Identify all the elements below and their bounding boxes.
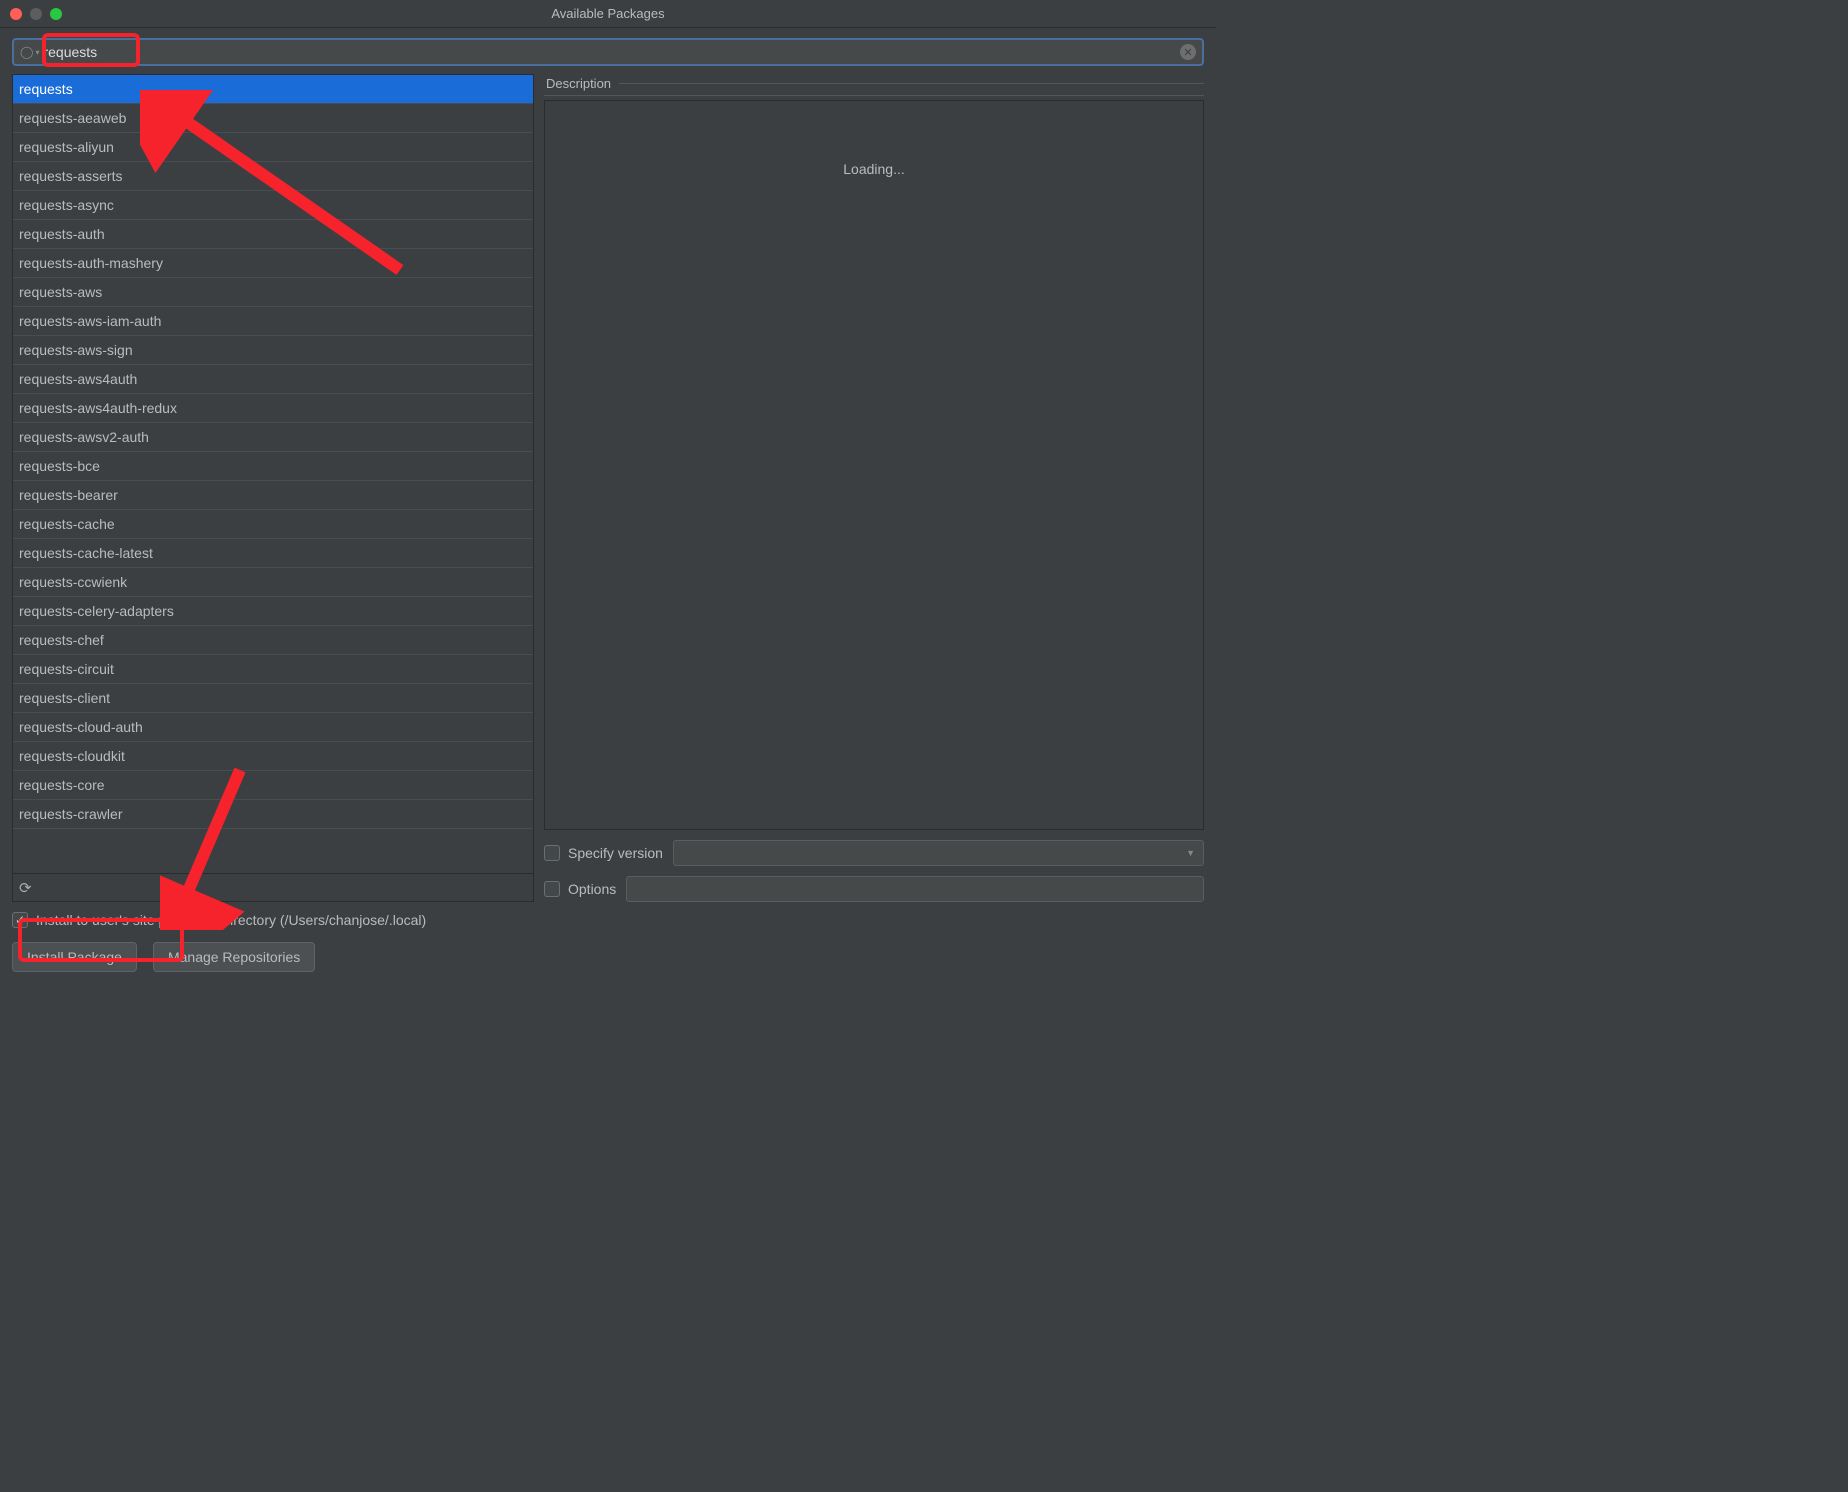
list-item[interactable]: requests-ccwienk <box>13 568 533 597</box>
version-dropdown[interactable]: ▼ <box>673 840 1204 866</box>
list-item[interactable]: requests-aws-iam-auth <box>13 307 533 336</box>
description-header: Description <box>544 74 1204 96</box>
list-item[interactable]: requests-crawler <box>13 800 533 829</box>
list-item[interactable]: requests <box>13 75 533 104</box>
options-label: Options <box>568 881 616 897</box>
clear-search-button[interactable]: ✕ <box>1180 44 1196 60</box>
refresh-icon[interactable]: ⟳ <box>19 879 32 897</box>
list-item[interactable]: requests-asserts <box>13 162 533 191</box>
list-item[interactable]: requests-auth <box>13 220 533 249</box>
description-panel: Loading... <box>544 100 1204 830</box>
options-row: Options <box>544 876 1204 902</box>
list-item[interactable]: requests-circuit <box>13 655 533 684</box>
description-label: Description <box>546 76 611 91</box>
list-item[interactable]: requests-awsv2-auth <box>13 423 533 452</box>
manage-repositories-button[interactable]: Manage Repositories <box>153 942 315 972</box>
list-item[interactable]: requests-bearer <box>13 481 533 510</box>
search-icon: ◯ <box>20 45 33 59</box>
list-item[interactable]: requests-aliyun <box>13 133 533 162</box>
list-item[interactable]: requests-cloudkit <box>13 742 533 771</box>
search-dropdown-icon[interactable]: ▾ <box>35 48 39 57</box>
list-item[interactable]: requests-auth-mashery <box>13 249 533 278</box>
list-item[interactable]: requests-client <box>13 684 533 713</box>
list-item[interactable]: requests-cloud-auth <box>13 713 533 742</box>
package-list[interactable]: requestsrequests-aeawebrequests-aliyunre… <box>13 75 533 873</box>
window-title: Available Packages <box>0 6 1216 21</box>
install-user-checkbox[interactable]: Install to user's site packages director… <box>12 912 1204 928</box>
list-item[interactable]: requests-celery-adapters <box>13 597 533 626</box>
list-item[interactable]: requests-core <box>13 771 533 800</box>
specify-version-row: Specify version ▼ <box>544 840 1204 866</box>
search-input[interactable] <box>43 44 1180 60</box>
list-item[interactable]: requests-chef <box>13 626 533 655</box>
install-user-label: Install to user's site packages director… <box>36 912 426 928</box>
options-input[interactable] <box>626 876 1204 902</box>
options-checkbox[interactable]: Options <box>544 881 616 897</box>
specify-version-checkbox[interactable]: Specify version <box>544 845 663 861</box>
list-item[interactable]: requests-cache-latest <box>13 539 533 568</box>
search-bar[interactable]: ◯ ▾ ✕ <box>12 38 1204 66</box>
chevron-down-icon: ▼ <box>1186 848 1195 858</box>
list-item[interactable]: requests-aws-sign <box>13 336 533 365</box>
list-item[interactable]: requests-aws4auth <box>13 365 533 394</box>
list-toolbar: ⟳ <box>13 873 533 901</box>
list-item[interactable]: requests-aws4auth-redux <box>13 394 533 423</box>
specify-version-label: Specify version <box>568 845 663 861</box>
list-item[interactable]: requests-aws <box>13 278 533 307</box>
list-item[interactable]: requests-bce <box>13 452 533 481</box>
loading-text: Loading... <box>843 161 905 177</box>
titlebar: Available Packages <box>0 0 1216 28</box>
list-item[interactable]: requests-aeaweb <box>13 104 533 133</box>
list-item[interactable]: requests-cache <box>13 510 533 539</box>
install-package-button[interactable]: Install Package <box>12 942 137 972</box>
list-item[interactable]: requests-async <box>13 191 533 220</box>
